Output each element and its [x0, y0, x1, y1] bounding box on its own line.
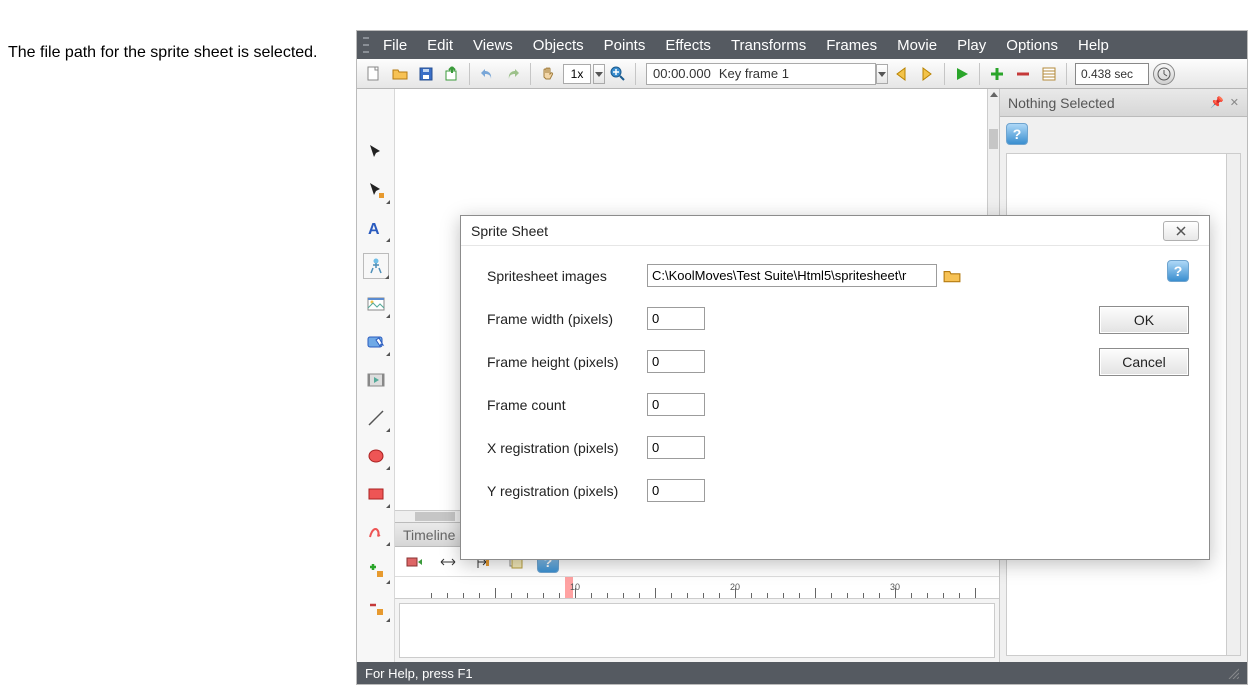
annotation-text: The file path for the sprite sheet is se… [8, 42, 328, 64]
menu-movie[interactable]: Movie [887, 37, 947, 54]
panel-help-icon[interactable]: ? [1006, 123, 1028, 145]
selection-panel-header: Nothing Selected 📌 ✕ [1000, 89, 1247, 117]
tl-span-icon[interactable] [436, 550, 460, 574]
next-frame-icon[interactable] [915, 62, 939, 86]
add-frame-icon[interactable] [985, 62, 1009, 86]
zoom-value: 1x [563, 64, 591, 84]
menu-edit[interactable]: Edit [417, 37, 463, 54]
x-registration-label: X registration (pixels) [487, 440, 647, 456]
remove-shape-tool[interactable] [363, 595, 389, 621]
button-tool[interactable] [363, 329, 389, 355]
menu-options[interactable]: Options [996, 37, 1068, 54]
play-icon[interactable] [950, 62, 974, 86]
menu-views[interactable]: Views [463, 37, 523, 54]
frame-time: 00:00.000 [653, 66, 711, 81]
frame-duration[interactable]: 0.438 sec [1075, 63, 1149, 85]
vscroll-thumb[interactable] [989, 129, 998, 149]
menu-file[interactable]: File [373, 37, 417, 54]
y-registration-input[interactable] [647, 479, 705, 502]
frame-count-input[interactable] [647, 393, 705, 416]
export-icon[interactable] [440, 62, 464, 86]
menu-effects[interactable]: Effects [655, 37, 721, 54]
resize-grip-icon[interactable] [1225, 665, 1239, 682]
frame-dropdown[interactable] [876, 64, 888, 84]
menu-points[interactable]: Points [594, 37, 656, 54]
rect-tool[interactable] [363, 481, 389, 507]
cancel-button[interactable]: Cancel [1099, 348, 1189, 376]
panel-vscroll[interactable] [1226, 154, 1240, 655]
y-registration-label: Y registration (pixels) [487, 483, 647, 499]
menu-frames[interactable]: Frames [816, 37, 887, 54]
dialog-title: Sprite Sheet [471, 223, 548, 239]
pointer-node-tool[interactable] [363, 177, 389, 203]
properties-icon[interactable] [1037, 62, 1061, 86]
scroll-up-icon[interactable] [989, 89, 998, 101]
menu-objects[interactable]: Objects [523, 37, 594, 54]
menubar-grip [363, 37, 369, 53]
frame-height-label: Frame height (pixels) [487, 354, 647, 370]
menu-transforms[interactable]: Transforms [721, 37, 816, 54]
timeline-ruler[interactable]: 102030 [395, 577, 999, 599]
dialog-help-icon[interactable]: ? [1167, 260, 1189, 282]
redo-icon[interactable] [501, 62, 525, 86]
tool-tray: A [357, 89, 395, 662]
dialog-titlebar: Sprite Sheet [461, 216, 1209, 246]
frame-count-label: Frame count [487, 397, 647, 413]
browse-folder-icon[interactable] [943, 267, 961, 285]
dialog-close-button[interactable] [1163, 221, 1199, 241]
hand-icon[interactable] [536, 62, 560, 86]
prev-frame-icon[interactable] [889, 62, 913, 86]
text-tool[interactable]: A [363, 215, 389, 241]
oval-tool[interactable] [363, 443, 389, 469]
menubar: File Edit Views Objects Points Effects T… [357, 31, 1247, 59]
pin-icon[interactable]: 📌 [1210, 96, 1224, 109]
new-file-icon[interactable] [362, 62, 386, 86]
timeline-title: Timeline [403, 527, 455, 543]
save-file-icon[interactable] [414, 62, 438, 86]
zoom-in-icon[interactable] [606, 62, 630, 86]
remove-frame-icon[interactable] [1011, 62, 1035, 86]
menu-help[interactable]: Help [1068, 37, 1119, 54]
frame-height-input[interactable] [647, 350, 705, 373]
line-tool[interactable] [363, 405, 389, 431]
open-file-icon[interactable] [388, 62, 412, 86]
x-registration-input[interactable] [647, 436, 705, 459]
bone-tool[interactable] [363, 253, 389, 279]
dialog-body: ? OK Cancel Spritesheet images Frame wid… [461, 246, 1209, 532]
spritesheet-images-label: Spritesheet images [487, 268, 647, 284]
timeline-body[interactable] [399, 603, 995, 658]
svg-text:A: A [368, 221, 380, 237]
sprite-sheet-dialog: Sprite Sheet ? OK Cancel Spritesheet ima… [460, 215, 1210, 560]
frame-selector[interactable]: 00:00.000 Key frame 1 [646, 63, 876, 85]
movieclip-tool[interactable] [363, 367, 389, 393]
spritesheet-path-input[interactable] [647, 264, 937, 287]
status-bar: For Help, press F1 [357, 662, 1247, 684]
clock-icon[interactable] [1153, 63, 1175, 85]
tl-goto-icon[interactable] [402, 550, 426, 574]
frame-name: Key frame 1 [719, 66, 789, 81]
image-tool[interactable] [363, 291, 389, 317]
frame-width-input[interactable] [647, 307, 705, 330]
menu-play[interactable]: Play [947, 37, 996, 54]
ok-button[interactable]: OK [1099, 306, 1189, 334]
zoom-dropdown[interactable] [593, 64, 605, 84]
undo-icon[interactable] [475, 62, 499, 86]
frame-width-label: Frame width (pixels) [487, 311, 647, 327]
freehand-tool[interactable] [363, 519, 389, 545]
hscroll-thumb[interactable] [415, 512, 455, 521]
pointer-tool[interactable] [363, 139, 389, 165]
close-icon[interactable]: ✕ [1230, 96, 1239, 109]
selection-panel-title: Nothing Selected [1008, 95, 1115, 111]
toolbar: 1x 00:00.000 Key frame 1 0.438 sec [357, 59, 1247, 89]
status-text: For Help, press F1 [365, 666, 473, 681]
add-shape-tool[interactable] [363, 557, 389, 583]
